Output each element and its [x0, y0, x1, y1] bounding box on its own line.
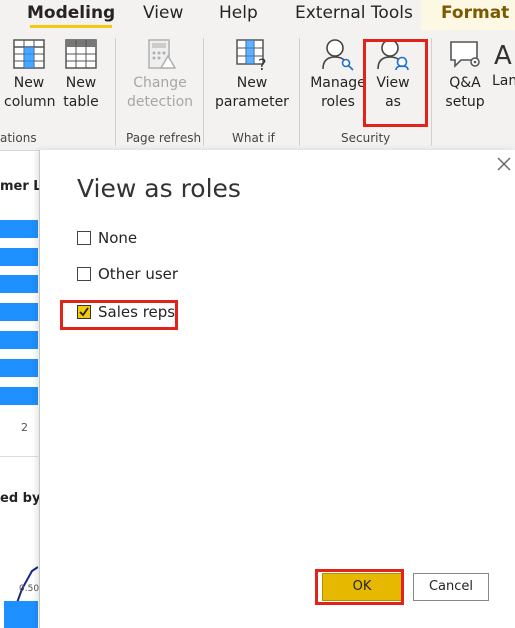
new-column-label-1: New [13, 75, 45, 91]
manage-roles-button[interactable]: Manage roles [308, 36, 368, 112]
dialog-title: View as roles [77, 174, 241, 203]
change-detection-label-1: Change [133, 75, 187, 91]
language-icon: A [494, 41, 512, 71]
chart-bar [0, 303, 38, 321]
checkbox-none[interactable] [77, 231, 91, 245]
report-canvas-background: mer L 2 ed by I 0.50 [0, 151, 50, 628]
ribbon-separator [431, 38, 432, 146]
tab-help[interactable]: Help [219, 0, 258, 30]
tab-view[interactable]: View [143, 0, 183, 30]
chart-bar [0, 220, 38, 238]
change-detection-label-2: detection [126, 94, 194, 110]
qa-setup-label-2: setup [445, 94, 485, 110]
qa-setup-label-1: Q&A [449, 75, 481, 91]
new-table-button[interactable]: New table [60, 36, 102, 112]
language-label: Lan [492, 73, 515, 89]
cancel-button[interactable]: Cancel [413, 573, 489, 601]
ribbon-separator [203, 38, 204, 146]
axis-tick-label: 0.50 [19, 584, 40, 594]
role-label-none: None [98, 229, 138, 247]
qa-setup-icon [450, 41, 480, 68]
view-as-highlight-box [363, 39, 428, 127]
group-label-security: Security [341, 131, 391, 145]
chart-bar [0, 387, 38, 405]
new-column-button[interactable]: New column [4, 36, 56, 112]
view-as-roles-dialog: View as roles None Other user Sales reps… [39, 150, 515, 628]
manage-roles-icon [322, 39, 354, 71]
close-icon[interactable] [496, 156, 512, 172]
divider [0, 456, 38, 457]
ribbon-separator [115, 38, 116, 146]
ribbon-separator [299, 38, 300, 146]
svg-text:?: ? [258, 55, 267, 72]
new-parameter-label-1: New [236, 75, 268, 91]
ok-highlight-box [315, 569, 404, 605]
new-parameter-label-2: parameter [215, 94, 289, 110]
checkbox-other-user[interactable] [77, 267, 91, 281]
manage-roles-label-1: Manage [310, 75, 366, 91]
change-detection-button: Change detection [126, 36, 194, 112]
chart-bar [0, 359, 38, 377]
new-table-label-1: New [65, 75, 97, 91]
qa-setup-button[interactable]: Q&A setup [440, 36, 490, 112]
tab-external-tools[interactable]: External Tools [295, 0, 413, 30]
sales-reps-highlight-box [60, 300, 178, 330]
ribbon-tab-bar: Modeling View Help External Tools Format [0, 0, 515, 34]
new-column-icon [13, 39, 45, 69]
chart-bar [0, 331, 38, 349]
change-detection-icon [148, 39, 177, 69]
language-button[interactable]: A Lan [492, 36, 515, 91]
manage-roles-label-2: roles [321, 94, 355, 110]
svg-text:A: A [494, 41, 512, 71]
new-parameter-button[interactable]: ? New parameter [214, 36, 290, 112]
group-label-what-if: What if [232, 131, 275, 145]
tab-format[interactable]: Format [421, 0, 515, 30]
table-header-text: mer L [0, 179, 42, 194]
new-parameter-icon: ? [236, 39, 267, 72]
chart-bar [0, 248, 38, 266]
role-label-other-user: Other user [98, 265, 179, 283]
chart-bar [0, 275, 38, 293]
ribbon: New column New table ations Change detec… [0, 34, 515, 151]
group-label-calculations: ations [0, 131, 37, 145]
new-table-icon [65, 39, 97, 69]
new-table-label-2: table [63, 94, 99, 110]
new-column-label-2: column [4, 94, 56, 110]
group-label-page-refresh: Page refresh [126, 131, 202, 145]
axis-tick-label: 2 [21, 421, 28, 434]
tab-modeling[interactable]: Modeling [27, 0, 115, 30]
